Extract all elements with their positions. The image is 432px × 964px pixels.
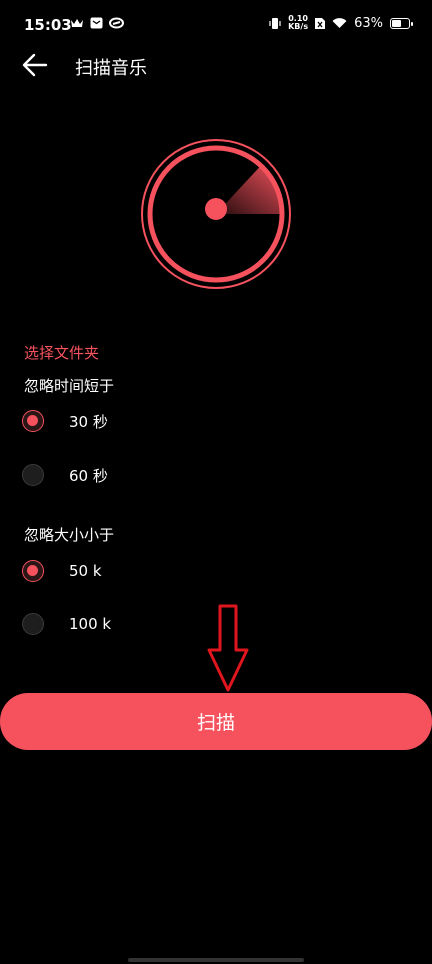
duration-section-label: 忽略时间短于: [24, 377, 115, 395]
home-indicator[interactable]: [128, 958, 304, 962]
status-time: 15:03: [24, 16, 72, 34]
radio-button[interactable]: [22, 464, 44, 486]
scan-button[interactable]: 扫描: [0, 693, 432, 750]
message-icon: [90, 17, 103, 29]
duration-option-60s[interactable]: 60 秒: [22, 464, 108, 486]
size-section-label: 忽略大小小于: [24, 526, 115, 544]
radio-button[interactable]: [22, 613, 44, 635]
arrow-left-icon: [22, 53, 48, 77]
size-option-50k[interactable]: 50 k: [22, 560, 102, 582]
sync-icon: [109, 17, 124, 29]
select-folder-link[interactable]: 选择文件夹: [24, 342, 99, 363]
status-bar: 15:03 0.10 KB/s 63%: [0, 0, 432, 50]
size-option-label: 50 k: [69, 562, 102, 580]
radar-scan-icon: [141, 139, 291, 289]
radio-button[interactable]: [22, 560, 44, 582]
wifi-icon: [332, 18, 347, 28]
back-button[interactable]: [20, 51, 50, 79]
net-speed-unit: KB/s: [288, 22, 309, 31]
duration-option-30s[interactable]: 30 秒: [22, 410, 108, 432]
sim-icon: [315, 17, 326, 29]
arrow-down-icon: [207, 604, 249, 692]
duration-option-label: 60 秒: [69, 466, 108, 485]
duration-option-label: 30 秒: [69, 412, 108, 431]
page-title: 扫描音乐: [75, 58, 147, 79]
header: 扫描音乐: [0, 45, 432, 85]
size-option-label: 100 k: [69, 615, 112, 633]
battery-icon: [390, 17, 413, 29]
vibrate-icon: [269, 17, 281, 29]
size-option-100k[interactable]: 100 k: [22, 613, 111, 635]
net-speed: 0.10 KB/s: [288, 15, 308, 31]
radio-button[interactable]: [22, 410, 44, 432]
crown-icon: [71, 19, 83, 27]
battery-percent: 63%: [354, 15, 383, 31]
